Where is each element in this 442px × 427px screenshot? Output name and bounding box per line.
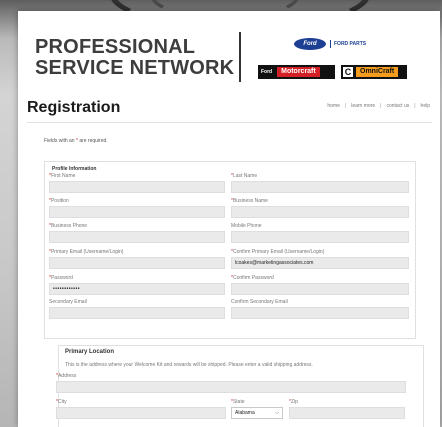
state-select[interactable]: Alabama ⌵ [231, 407, 283, 419]
position-label: *Position [49, 198, 69, 204]
first-name-label: *First Name [49, 173, 76, 179]
state-label: *State [231, 399, 245, 405]
city-label: *City [56, 399, 67, 405]
business-name-input[interactable] [231, 206, 409, 218]
secondary-email-label: Secondary Email [49, 299, 87, 305]
brand-line-1: PROFESSIONAL [35, 36, 196, 58]
title-divider [27, 122, 432, 123]
last-name-label: *Last Name [231, 173, 258, 179]
required-note-suffix: are required. [79, 138, 108, 144]
profile-information-legend: Profile Information [50, 166, 99, 172]
brand-logo[interactable]: PROFESSIONAL SERVICE NETWORK [35, 37, 234, 79]
nav-separator: | [414, 103, 416, 109]
nav-link-help[interactable]: help [421, 103, 430, 109]
nav-separator: | [344, 103, 347, 109]
zip-input[interactable] [289, 407, 405, 419]
mobile-phone-input[interactable] [231, 231, 409, 243]
primary-location-description: This is the address where your Welcome K… [65, 362, 313, 368]
confirm-primary-email-label: *Confirm Primary Email (Username/Login) [231, 249, 325, 255]
confirm-secondary-email-label: Confirm Secondary Email [231, 299, 288, 305]
nav-link-contact-us[interactable]: contact us [386, 103, 409, 109]
brand-line-2: SERVICE NETWORK [35, 57, 235, 79]
page-title: Registration [27, 99, 121, 116]
top-navigation: home | learn more | contact us | help [327, 103, 430, 109]
omnicraft-logo: C OmniCraft [341, 65, 407, 79]
city-input[interactable] [56, 407, 226, 419]
position-input[interactable] [49, 206, 225, 218]
address-input[interactable] [56, 381, 406, 393]
password-label: *Password [49, 275, 73, 281]
password-input[interactable]: •••••••••••• [49, 283, 225, 295]
zip-label: *Zip [289, 399, 298, 405]
header-divider [239, 32, 241, 82]
confirm-password-input[interactable] [231, 283, 409, 295]
state-select-value: Alabama [235, 410, 255, 416]
last-name-input[interactable] [231, 181, 409, 193]
omnicraft-c-mark: C [343, 67, 353, 77]
primary-location-legend: Primary Location [65, 349, 115, 355]
first-name-input[interactable] [49, 181, 225, 193]
ford-parts-label: FORD PARTS [330, 40, 366, 48]
nav-link-home[interactable]: home [327, 103, 340, 109]
primary-email-input[interactable] [49, 257, 225, 269]
required-fields-note: Fields with an * are required. [44, 138, 108, 144]
required-note-prefix: Fields with an [44, 138, 75, 144]
primary-email-label: *Primary Email (Username/Login) [49, 249, 124, 255]
registration-panel: PROFESSIONAL SERVICE NETWORK Ford FORD P… [18, 11, 440, 427]
mobile-phone-label: Mobile Phone [231, 223, 262, 229]
business-phone-input[interactable] [49, 231, 225, 243]
secondary-email-input[interactable] [49, 307, 225, 319]
business-name-label: *Business Name [231, 198, 268, 204]
site-header: PROFESSIONAL SERVICE NETWORK Ford FORD P… [18, 11, 440, 93]
motorcraft-logo: Ford Motorcraft [258, 65, 335, 79]
business-phone-label: *Business Phone [49, 223, 88, 229]
ford-logo: Ford [294, 38, 326, 50]
confirm-primary-email-input[interactable]: lcoakes@marketingassociates.com [231, 257, 409, 269]
motorcraft-text: Motorcraft [277, 67, 320, 77]
confirm-secondary-email-input[interactable] [231, 307, 409, 319]
address-label: *Address [56, 373, 77, 379]
chevron-down-icon: ⌵ [275, 410, 279, 416]
nav-link-learn-more[interactable]: learn more [351, 103, 375, 109]
omnicraft-text: OmniCraft [356, 67, 399, 77]
confirm-password-label: *Confirm Password [231, 275, 274, 281]
nav-separator: | [380, 103, 382, 109]
required-star: * [75, 138, 78, 144]
motorcraft-ford-text: Ford [258, 69, 276, 75]
